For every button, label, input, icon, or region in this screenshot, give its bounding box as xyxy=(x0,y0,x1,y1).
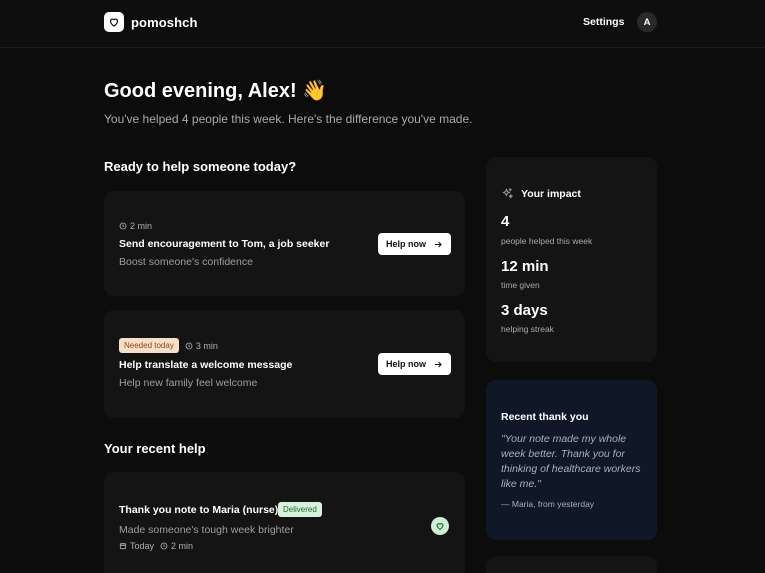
needed-today-badge: Needed today xyxy=(119,338,179,353)
help-now-button[interactable]: Help now xyxy=(378,353,451,375)
recent-help-meta: Today 2 min xyxy=(119,541,193,551)
arrow-right-icon xyxy=(434,241,442,247)
delivered-badge: Delivered xyxy=(278,502,322,517)
task-title: Help translate a welcome message xyxy=(119,359,293,371)
task-duration: 3 min xyxy=(195,340,218,351)
task-meta: 2 min xyxy=(119,221,152,231)
page-title: Good evening, Alex! 👋 xyxy=(104,80,328,102)
settings-link[interactable]: Settings xyxy=(583,16,624,28)
clock-icon xyxy=(185,342,193,349)
thank-you-quote: "Your note made my whole week better. Th… xyxy=(501,433,641,490)
ready-section-title: Ready to help someone today? xyxy=(104,159,297,174)
stat-value: 3 days xyxy=(501,302,548,319)
sidebar-card-partial xyxy=(486,556,657,573)
recent-help-duration: 2 min xyxy=(171,541,194,551)
task-description: Boost someone's confidence xyxy=(119,256,253,268)
task-description: Help new family feel welcome xyxy=(119,377,258,389)
thank-you-title: Recent thank you xyxy=(501,411,589,423)
recent-section-title: Your recent help xyxy=(104,441,206,456)
stat-label: people helped this week xyxy=(501,236,593,246)
stat-label: time given xyxy=(501,280,540,290)
help-now-button[interactable]: Help now xyxy=(378,233,451,255)
task-card: Needed today 3 min Help translate a welc… xyxy=(104,310,465,418)
stat-value: 12 min xyxy=(501,258,549,275)
task-duration: 2 min xyxy=(130,221,153,231)
recent-help-title: Thank you note to Maria (nurse) xyxy=(119,504,279,516)
top-bar: pomoshch Settings A xyxy=(0,0,765,48)
help-now-label: Help now xyxy=(386,239,426,249)
impact-card: Your impact 4 people helped this week 12… xyxy=(486,157,657,362)
task-title: Send encouragement to Tom, a job seeker xyxy=(119,238,330,250)
calendar-icon xyxy=(119,543,127,550)
heart-icon[interactable] xyxy=(431,517,449,535)
heart-logo-icon[interactable] xyxy=(104,12,124,32)
page-subtitle: You've helped 4 people this week. Here's… xyxy=(104,112,473,126)
brand-name[interactable]: pomoshch xyxy=(131,15,198,30)
task-card: 2 min Send encouragement to Tom, a job s… xyxy=(104,191,465,296)
help-now-label: Help now xyxy=(386,359,426,369)
thank-you-author: — Maria, from yesterday xyxy=(501,499,595,509)
impact-title: Your impact xyxy=(521,187,581,200)
recent-help-card[interactable]: Thank you note to Maria (nurse) Delivere… xyxy=(104,472,465,573)
clock-icon xyxy=(119,222,127,230)
thank-you-card: Recent thank you "Your note made my whol… xyxy=(486,380,657,540)
arrow-right-icon xyxy=(434,361,442,367)
stat-label: helping streak xyxy=(501,324,554,334)
impact-header: Your impact xyxy=(501,187,581,200)
clock-icon xyxy=(160,542,168,550)
avatar[interactable]: A xyxy=(637,12,657,32)
recent-help-date: Today xyxy=(130,541,155,551)
sparkles-icon xyxy=(502,188,513,199)
recent-help-description: Made someone's tough week brighter xyxy=(119,524,294,536)
stat-value: 4 xyxy=(501,213,510,230)
task-meta: Needed today 3 min xyxy=(119,338,218,353)
